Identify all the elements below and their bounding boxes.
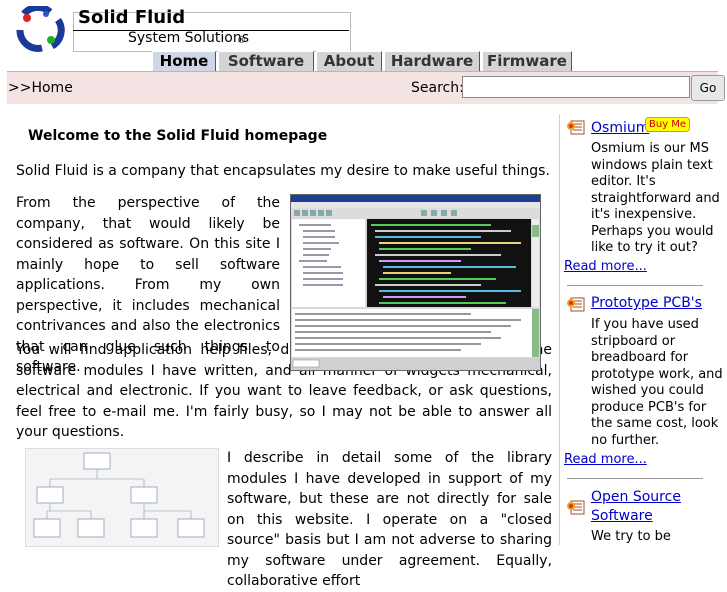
prototype-pcb-description: If you have used stripboard or breadboar… [591, 317, 723, 448]
read-more-osmium-link[interactable]: Read more... [564, 259, 647, 276]
page-title: Welcome to the Solid Fluid homepage [28, 128, 328, 144]
brand-title: Solid Fluid [78, 7, 186, 28]
tab-home[interactable]: Home [152, 51, 216, 71]
open-source-link[interactable]: Open Source Software [591, 488, 691, 526]
tab-software[interactable]: Software [218, 51, 314, 71]
sidebar-divider [559, 114, 560, 545]
editor-screenshot-image [290, 194, 541, 371]
registered-mark: ® [237, 36, 246, 46]
main-content: Welcome to the Solid Fluid homepage Soli… [16, 118, 552, 589]
news-icon [567, 500, 585, 515]
osmium-description: Osmium is our MS windows plain text edit… [591, 141, 720, 255]
sidebar-rule [567, 478, 703, 479]
tab-about[interactable]: About [316, 51, 382, 71]
open-source-description: We try to be [591, 529, 671, 544]
breadcrumb[interactable]: >>Home [8, 80, 73, 96]
class-diagram-image [25, 448, 219, 547]
prototype-pcb-link[interactable]: Prototype PCB's [591, 294, 702, 313]
logo-icon [16, 6, 65, 52]
search-label: Search: [411, 80, 464, 96]
search-input[interactable] [462, 76, 690, 98]
read-more-pcb-link[interactable]: Read more... [564, 452, 647, 469]
tab-hardware[interactable]: Hardware [384, 51, 480, 71]
tab-firmware[interactable]: Firmware [482, 51, 572, 71]
search-bar: >>Home Search: Go [7, 71, 725, 104]
main-nav: Home Software About Hardware Firmware [0, 51, 727, 71]
osmium-link[interactable]: Osmium [591, 119, 649, 138]
brand-subtitle: System Solutions [128, 30, 249, 46]
go-button[interactable]: Go [691, 75, 725, 101]
sidebar-rule [567, 285, 703, 286]
news-icon [567, 120, 585, 135]
news-icon [567, 297, 585, 312]
buy-me-badge[interactable]: Buy Me [645, 117, 691, 132]
library-paragraph: I describe in detail some of the library… [227, 450, 552, 589]
intro-paragraph: Solid Fluid is a company that encapsulat… [16, 163, 550, 179]
